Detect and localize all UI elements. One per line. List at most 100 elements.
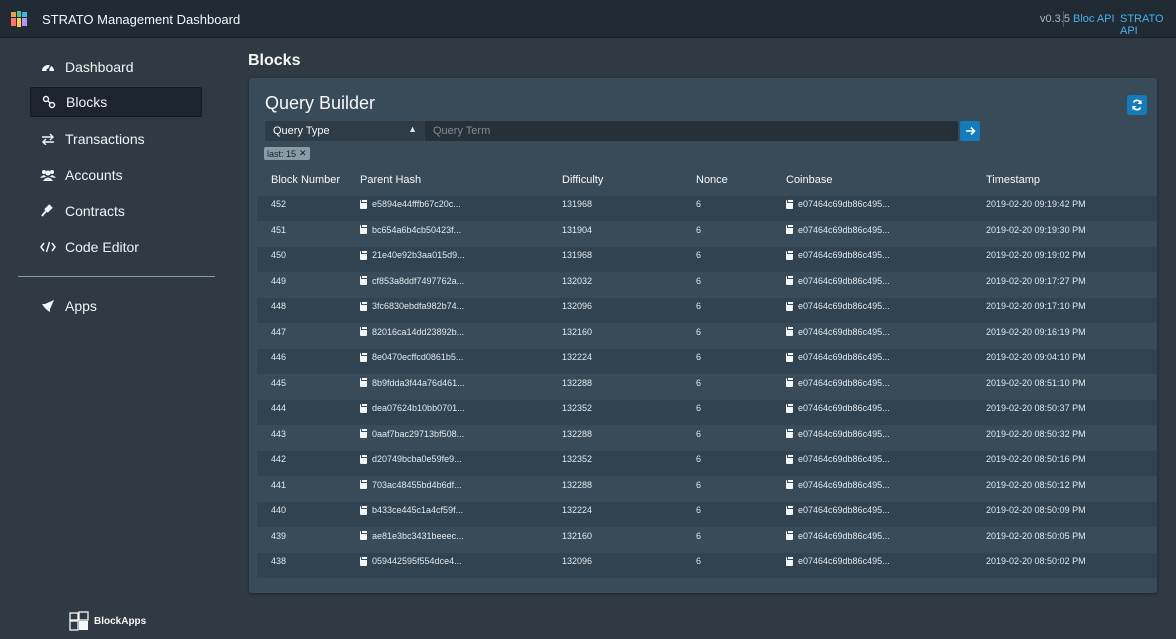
cell-coinbase[interactable]: e07464c69db86c495...: [786, 479, 890, 490]
table-row[interactable]: 448 3fc6830ebdfa982b74... 132096 6 e07464c69…: [257, 298, 1157, 323]
cell-parent-hash[interactable]: 0aaf7bac29713bf508...: [360, 428, 464, 439]
cell-coinbase[interactable]: e07464c69db86c495...: [786, 555, 890, 566]
table-row[interactable]: 440 b433ce445c1a4cf59f... 132224 6 e07464c69…: [257, 502, 1157, 527]
cell-text: e07464c69db86c495...: [798, 479, 890, 490]
app-title[interactable]: STRATO Management Dashboard: [42, 12, 240, 27]
query-type-select[interactable]: Query Type ▲: [265, 121, 425, 141]
column-header-nonce[interactable]: Nonce: [696, 174, 728, 186]
cell-coinbase[interactable]: e07464c69db86c495...: [786, 224, 890, 235]
cell-parent-hash[interactable]: cf853a8ddf7497762a...: [360, 275, 464, 286]
column-header-block-number[interactable]: Block Number: [271, 174, 340, 186]
cell-coinbase[interactable]: e07464c69db86c495...: [786, 275, 890, 286]
clipboard-icon[interactable]: [360, 428, 368, 438]
cell-parent-hash[interactable]: dea07624b10bb0701...: [360, 402, 465, 413]
table-row[interactable]: 439 ae81e3bc3431beeec... 132160 6 e07464c69d…: [257, 528, 1157, 553]
submit-query-button[interactable]: [960, 121, 980, 141]
clipboard-icon[interactable]: [786, 428, 794, 438]
column-header-timestamp[interactable]: Timestamp: [986, 174, 1040, 186]
cell-text: 131904: [562, 224, 593, 235]
column-header-coinbase[interactable]: Coinbase: [786, 174, 832, 186]
clipboard-icon[interactable]: [360, 275, 368, 285]
clipboard-icon[interactable]: [786, 555, 794, 566]
cell-coinbase[interactable]: e07464c69db86c495...: [786, 198, 890, 209]
table-row[interactable]: 449 cf853a8ddf7497762a... 132032 6 e07464c69…: [257, 273, 1157, 298]
refresh-button[interactable]: [1127, 95, 1147, 115]
clipboard-icon[interactable]: [786, 275, 794, 285]
cell-parent-hash[interactable]: 21e40e92b3aa015d9...: [360, 249, 465, 260]
clipboard-icon[interactable]: [360, 479, 368, 489]
cell-coinbase[interactable]: e07464c69db86c495...: [786, 249, 890, 260]
clipboard-icon[interactable]: [360, 402, 368, 413]
clipboard-icon[interactable]: [360, 453, 368, 464]
clipboard-icon[interactable]: [786, 530, 794, 540]
sidebar-item-code-editor[interactable]: Code Editor: [30, 232, 202, 262]
sidebar-item-dashboard[interactable]: Dashboard: [30, 52, 202, 82]
clipboard-icon[interactable]: [360, 377, 368, 387]
table-row[interactable]: 452 e5894e44fffb67c20c... 131968 6 e07464c69…: [257, 196, 1157, 221]
query-term-input[interactable]: [425, 121, 958, 141]
clipboard-icon[interactable]: [360, 326, 368, 336]
cell-coinbase[interactable]: e07464c69db86c495...: [786, 428, 890, 439]
table-row[interactable]: 451 bc654a6b4cb50423f... 131904 6 e07464c69d…: [257, 222, 1157, 247]
clipboard-icon[interactable]: [360, 351, 368, 362]
cell-coinbase[interactable]: e07464c69db86c495...: [786, 351, 890, 362]
cell-coinbase[interactable]: e07464c69db86c495...: [786, 300, 890, 311]
clipboard-icon[interactable]: [360, 249, 368, 260]
table-row[interactable]: 444 dea07624b10bb0701... 132352 6 e07464c69d…: [257, 400, 1157, 425]
cell-parent-hash[interactable]: 3fc6830ebdfa982b74...: [360, 300, 464, 311]
clipboard-icon[interactable]: [786, 198, 794, 209]
column-header-parent-hash[interactable]: Parent Hash: [360, 174, 421, 186]
blockapps-logo-icon[interactable]: [10, 10, 28, 28]
bloc-api-link[interactable]: Bloc API: [1073, 13, 1115, 25]
table-row[interactable]: 445 8b9fdda3f44a76d461... 132288 6 e07464c69…: [257, 375, 1157, 400]
table-row[interactable]: 450 21e40e92b3aa015d9... 131968 6 e07464c69d…: [257, 247, 1157, 272]
clipboard-icon[interactable]: [360, 530, 368, 540]
cell-parent-hash[interactable]: 059442595f554dce4...: [360, 555, 462, 566]
clipboard-icon[interactable]: [360, 504, 368, 515]
sidebar-item-transactions[interactable]: Transactions: [30, 124, 202, 154]
cell-coinbase[interactable]: e07464c69db86c495...: [786, 377, 890, 388]
cell-parent-hash[interactable]: 8e0470ecffcd0861b5...: [360, 351, 463, 362]
cell-parent-hash[interactable]: bc654a6b4cb50423f...: [360, 224, 461, 235]
cell-parent-hash[interactable]: 703ac48455bd4b6df...: [360, 479, 462, 490]
cell-coinbase[interactable]: e07464c69db86c495...: [786, 402, 890, 413]
sidebar-item-apps[interactable]: Apps: [30, 291, 202, 321]
clipboard-icon[interactable]: [360, 555, 368, 566]
clipboard-icon[interactable]: [360, 198, 368, 209]
cell-coinbase[interactable]: e07464c69db86c495...: [786, 326, 890, 337]
clipboard-icon[interactable]: [786, 504, 794, 515]
cell-text: 21e40e92b3aa015d9...: [372, 250, 465, 260]
clipboard-icon[interactable]: [786, 249, 794, 260]
column-header-difficulty[interactable]: Difficulty: [562, 174, 603, 186]
table-row[interactable]: 438 059442595f554dce4... 132096 6 e07464c69d…: [257, 553, 1157, 578]
clipboard-icon[interactable]: [786, 402, 794, 413]
cell-parent-hash[interactable]: b433ce445c1a4cf59f...: [360, 504, 463, 515]
cell-coinbase[interactable]: e07464c69db86c495...: [786, 453, 890, 464]
table-row[interactable]: 441 703ac48455bd4b6df... 132288 6 e07464c69d…: [257, 477, 1157, 502]
clipboard-icon[interactable]: [786, 300, 794, 311]
clipboard-icon[interactable]: [786, 479, 794, 489]
sidebar-item-accounts[interactable]: Accounts: [30, 160, 202, 190]
sidebar-item-blocks[interactable]: Blocks: [30, 87, 202, 117]
cell-coinbase[interactable]: e07464c69db86c495...: [786, 530, 890, 541]
clipboard-icon[interactable]: [786, 377, 794, 387]
cell-parent-hash[interactable]: e5894e44fffb67c20c...: [360, 198, 461, 209]
clipboard-icon[interactable]: [786, 224, 794, 234]
clipboard-icon[interactable]: [786, 453, 794, 464]
cell-coinbase[interactable]: e07464c69db86c495...: [786, 504, 890, 515]
cell-parent-hash[interactable]: 82016ca14dd23892b...: [360, 326, 464, 337]
cell-parent-hash[interactable]: d20749bcba0e59fe9...: [360, 453, 462, 464]
clipboard-icon[interactable]: [360, 224, 368, 234]
clipboard-icon[interactable]: [360, 300, 368, 311]
table-row[interactable]: 446 8e0470ecffcd0861b5... 132224 6 e07464c69…: [257, 349, 1157, 374]
remove-tag-icon[interactable]: ✕: [299, 148, 307, 159]
strato-api-link[interactable]: STRATO API: [1120, 13, 1176, 37]
clipboard-icon[interactable]: [786, 326, 794, 336]
cell-parent-hash[interactable]: ae81e3bc3431beeec...: [360, 530, 464, 541]
table-row[interactable]: 442 d20749bcba0e59fe9... 132352 6 e07464c69d…: [257, 451, 1157, 476]
cell-parent-hash[interactable]: 8b9fdda3f44a76d461...: [360, 377, 465, 388]
clipboard-icon[interactable]: [786, 351, 794, 362]
table-row[interactable]: 447 82016ca14dd23892b... 132160 6 e07464c69d…: [257, 324, 1157, 349]
sidebar-item-contracts[interactable]: Contracts: [30, 196, 202, 226]
table-row[interactable]: 443 0aaf7bac29713bf508... 132288 6 e07464c69…: [257, 426, 1157, 451]
